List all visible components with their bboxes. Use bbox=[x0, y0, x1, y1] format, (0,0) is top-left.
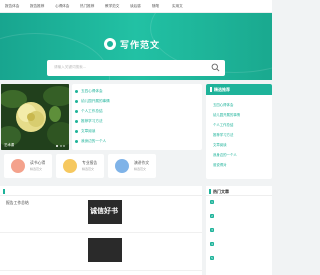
tile-subtitle: 精选范文 bbox=[30, 167, 43, 171]
hot-item[interactable]: 2 bbox=[210, 214, 217, 218]
search-bar: 请输入关键词搜索... bbox=[47, 60, 225, 76]
hot-item[interactable]: 5 bbox=[210, 256, 217, 260]
category-tile[interactable]: 演讲作文 精选范文 bbox=[108, 154, 156, 178]
top-nav: 报告体会 报告推荐 心得体会 热门推荐 教学范文 读后感 随笔 实用文 bbox=[0, 0, 272, 13]
tile-label: 读书心得 bbox=[30, 160, 46, 165]
carousel-dot[interactable] bbox=[59, 145, 62, 147]
nav-link[interactable]: 心得体会 bbox=[55, 4, 69, 9]
hot-item[interactable]: 3 bbox=[210, 228, 217, 232]
nav-link[interactable]: 实用文 bbox=[172, 4, 183, 9]
recommend-header: 精选推荐 bbox=[206, 84, 272, 95]
header-accent-bar bbox=[209, 188, 211, 194]
bullet-icon bbox=[75, 119, 78, 123]
tile-subtitle: 精选范文 bbox=[82, 167, 95, 171]
rank-badge: 5 bbox=[210, 256, 214, 260]
list-item[interactable]: 我身边的一个人 bbox=[75, 138, 106, 144]
category-tile[interactable]: 读书心得 精选范文 bbox=[4, 154, 52, 178]
rank-badge: 2 bbox=[210, 214, 214, 218]
bullet-icon bbox=[75, 139, 78, 143]
flower-photo bbox=[1, 84, 69, 150]
recommend-item[interactable]: 谁说得对 bbox=[213, 162, 227, 167]
category-icon bbox=[115, 159, 129, 173]
rank-badge: 1 bbox=[210, 200, 214, 204]
article-item[interactable] bbox=[0, 234, 202, 271]
bullet-icon bbox=[75, 99, 78, 103]
site-logo[interactable]: 写作范文 bbox=[104, 37, 160, 51]
rank-badge: 4 bbox=[210, 242, 214, 246]
recommend-panel: 精选推荐 五四心得体会 幼儿园开展的事情 个人工作总结 推荐学习方法 文章阅读 … bbox=[206, 84, 272, 179]
nav-link[interactable]: 读后感 bbox=[130, 4, 141, 9]
carousel-caption: 艺术课 bbox=[4, 143, 15, 147]
brand-name: 写作范文 bbox=[120, 40, 161, 51]
recommend-item[interactable]: 文章阅读 bbox=[213, 142, 227, 147]
category-icon bbox=[63, 159, 77, 173]
bullet-icon bbox=[75, 129, 78, 133]
article-item[interactable]: 报告工作总结 诚信好书 bbox=[0, 196, 202, 233]
recommend-item[interactable]: 幼儿园开展的事情 bbox=[213, 112, 240, 117]
section-title: 热门文章 bbox=[213, 188, 229, 194]
recommend-item[interactable]: 五四心得体会 bbox=[213, 102, 233, 107]
search-input[interactable]: 请输入关键词搜索... bbox=[54, 65, 86, 70]
list-item[interactable]: 五四心得体会 bbox=[75, 88, 103, 94]
latest-section-header bbox=[0, 186, 202, 196]
article-thumbnail[interactable] bbox=[88, 238, 122, 262]
category-icon bbox=[11, 159, 25, 173]
nav-link[interactable]: 报告推荐 bbox=[30, 4, 44, 9]
hero-banner: 写作范文 请输入关键词搜索... bbox=[0, 13, 272, 80]
article-list: 报告工作总结 诚信好书 bbox=[0, 196, 202, 275]
carousel-dots bbox=[56, 145, 65, 147]
recommend-item[interactable]: 个人工作总结 bbox=[213, 122, 233, 127]
hot-list: 1 2 3 4 5 bbox=[206, 196, 272, 275]
bullet-icon bbox=[75, 109, 78, 113]
nav-link[interactable]: 教学范文 bbox=[105, 4, 119, 9]
carousel-image[interactable]: 艺术课 bbox=[1, 84, 69, 150]
carousel-dot[interactable] bbox=[63, 145, 65, 147]
list-item[interactable]: 文章阅读 bbox=[75, 128, 95, 134]
list-item[interactable]: 幼儿园开展的事情 bbox=[75, 98, 110, 104]
tile-label: 专业报告 bbox=[82, 160, 98, 165]
thumbnail-text: 诚信好书 bbox=[90, 207, 118, 215]
carousel-dot[interactable] bbox=[56, 145, 58, 147]
hot-item[interactable]: 1 bbox=[210, 200, 217, 204]
article-title[interactable]: 报告工作总结 bbox=[6, 200, 29, 206]
nav-link[interactable]: 报告体会 bbox=[5, 4, 19, 9]
hot-item[interactable]: 4 bbox=[210, 242, 217, 246]
nav-link[interactable]: 热门推荐 bbox=[80, 4, 94, 9]
nav-link[interactable]: 随笔 bbox=[152, 4, 159, 9]
list-item[interactable]: 个人工作总结 bbox=[75, 108, 103, 114]
header-accent-bar bbox=[3, 188, 5, 194]
tile-subtitle: 精选范文 bbox=[134, 167, 147, 171]
category-tile[interactable]: 专业报告 精选范文 bbox=[56, 154, 104, 178]
rank-badge: 3 bbox=[210, 228, 214, 232]
featured-list: 五四心得体会 幼儿园开展的事情 个人工作总结 推荐学习方法 文章阅读 我身边的一… bbox=[72, 84, 202, 150]
search-icon[interactable] bbox=[211, 63, 220, 72]
article-thumbnail[interactable]: 诚信好书 bbox=[88, 200, 122, 224]
bullet-icon bbox=[75, 89, 78, 93]
hot-section-header: 热门文章 bbox=[206, 186, 272, 196]
header-accent-bar bbox=[210, 87, 212, 92]
tile-label: 演讲作文 bbox=[134, 160, 150, 165]
recommend-title: 精选推荐 bbox=[214, 87, 230, 92]
list-item[interactable]: 推荐学习方法 bbox=[75, 118, 103, 124]
logo-icon bbox=[104, 38, 116, 50]
recommend-item[interactable]: 我身边的一个人 bbox=[213, 152, 237, 157]
recommend-item[interactable]: 推荐学习方法 bbox=[213, 132, 233, 137]
